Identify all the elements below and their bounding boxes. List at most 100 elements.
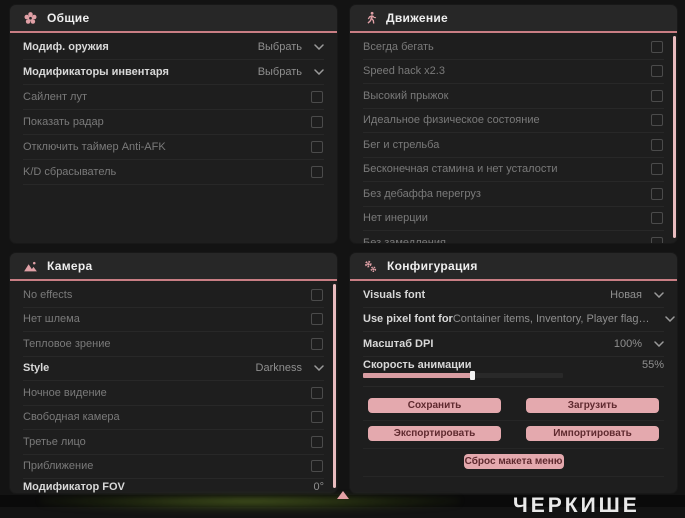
chevron-down-icon xyxy=(665,316,675,323)
settings-list: Всегда бегать Speed hack x2.3 Высокий прыж… xyxy=(350,33,677,243)
checkbox[interactable] xyxy=(311,116,323,128)
checkbox[interactable] xyxy=(651,65,663,78)
checkbox[interactable] xyxy=(651,212,663,225)
slider-value: 55% xyxy=(641,358,664,371)
checkbox[interactable] xyxy=(311,91,323,103)
panel-config: Конфигурация Visuals font Новая Use pixel … xyxy=(350,253,677,493)
checkbox[interactable] xyxy=(311,337,323,350)
settings-list: Модиф. оружия Выбрать Модификаторы инвента… xyxy=(10,33,337,185)
dropdown-value: Новая xyxy=(610,288,642,301)
row-label: Speed hack x2.3 xyxy=(363,65,445,78)
config-button[interactable]: Импортировать xyxy=(526,425,659,441)
panel-camera: Камера No effects Нет шлема Тепловое зрени… xyxy=(10,253,337,493)
settings-row: Приближение xyxy=(23,455,324,479)
settings-row: K/D сбрасыватель xyxy=(23,160,324,185)
dropdown-value: 100% xyxy=(613,337,642,350)
config-button[interactable]: Загрузить xyxy=(526,397,659,413)
row-label: Высокий прыжок xyxy=(363,89,449,102)
mountains-photo-icon xyxy=(23,259,38,274)
row-label: Без дебаффа перегруз xyxy=(363,187,481,200)
button-row: Экспортировать Импортировать xyxy=(363,421,664,449)
row-label: Показать радар xyxy=(23,116,104,128)
dropdown-value: Выбрать xyxy=(257,41,302,53)
settings-row: Speed hack x2.3 xyxy=(363,60,664,84)
settings-list: No effects Нет шлема Тепловое зрение Style D… xyxy=(10,281,337,493)
reset-menu-layout-button[interactable]: Сброс макета меню xyxy=(463,453,564,469)
settings-row: Всегда бегать xyxy=(363,35,664,60)
checkbox[interactable] xyxy=(311,166,323,178)
row-label: Модиф. оружия xyxy=(23,41,109,53)
reset-button-row: Сброс макета меню xyxy=(363,449,664,477)
row-label: Приближение xyxy=(23,460,94,473)
row-label: Модификатор FOV xyxy=(23,481,125,493)
settings-row: Высокий прыжок xyxy=(363,84,664,109)
row-label: Свободная камера xyxy=(23,411,120,424)
settings-row: Модификаторы инвентаря Выбрать xyxy=(23,60,324,85)
checkbox[interactable] xyxy=(651,163,663,176)
row-label: Ночное видение xyxy=(23,386,107,399)
scrollbar[interactable] xyxy=(333,284,336,488)
checkbox[interactable] xyxy=(651,40,663,53)
scrollbar[interactable] xyxy=(673,36,676,238)
checkbox[interactable] xyxy=(311,141,323,153)
checkbox[interactable] xyxy=(311,386,323,399)
chevron-down-icon xyxy=(314,365,324,372)
settings-row: Use pixel font for Container items, Inven… xyxy=(363,308,675,332)
checkbox[interactable] xyxy=(311,460,323,473)
settings-row: Бег и стрельба xyxy=(363,133,664,158)
checkbox[interactable] xyxy=(311,411,323,424)
panel-title: Общие xyxy=(47,11,90,25)
dropdown[interactable]: Container items, Inventory, Player flags… xyxy=(453,313,675,325)
slider[interactable] xyxy=(363,370,563,380)
checkbox[interactable] xyxy=(651,89,663,102)
settings-row: Третье лицо xyxy=(23,430,324,455)
row-label: Всегда бегать xyxy=(363,40,434,53)
panel-camera-header: Камера xyxy=(10,253,337,281)
config-button-grid: Сохранить Загрузить Экспортировать Импортир… xyxy=(363,393,664,449)
background-watermark: ЧЕРКИШЕ xyxy=(513,494,640,517)
settings-row: Скорость анимации 55% xyxy=(363,357,664,387)
dropdown[interactable]: Darkness xyxy=(256,362,324,374)
dropdown-value: Container items, Inventory, Player flags… xyxy=(452,313,653,326)
row-label: Нет шлема xyxy=(23,313,80,326)
checkbox[interactable] xyxy=(651,187,663,200)
background-green-glow xyxy=(40,496,460,512)
checkbox[interactable] xyxy=(311,435,323,448)
button-row: Сохранить Загрузить xyxy=(363,393,664,421)
gears-icon xyxy=(363,259,378,274)
settings-row: Без дебаффа перегруз xyxy=(363,182,664,207)
settings-row: Свободная камера xyxy=(23,406,324,430)
row-label: Use pixel font for xyxy=(363,313,453,326)
checkbox[interactable] xyxy=(311,313,323,326)
panel-title: Движение xyxy=(386,11,449,25)
settings-row: Модиф. оружия Выбрать xyxy=(23,35,324,60)
config-button[interactable]: Сохранить xyxy=(368,397,501,413)
checkbox[interactable] xyxy=(311,288,323,301)
dropdown[interactable]: 100% xyxy=(614,338,664,350)
slider-thumb[interactable] xyxy=(470,370,475,380)
dropdown[interactable]: Новая xyxy=(610,289,664,301)
settings-list: Visuals font Новая Use pixel font for Conta… xyxy=(350,281,677,387)
pointer-triangle-icon xyxy=(337,491,349,499)
dropdown[interactable]: Выбрать xyxy=(258,66,324,78)
checkbox[interactable] xyxy=(651,114,663,127)
dropdown-value: Выбрать xyxy=(257,66,302,78)
panel-general: Общие Модиф. оружия Выбрать Модификаторы и… xyxy=(10,5,337,243)
config-button[interactable]: Экспортировать xyxy=(368,425,501,441)
settings-row: Показать радар xyxy=(23,110,324,135)
checkbox[interactable] xyxy=(651,138,663,151)
row-label: Тепловое зрение xyxy=(23,337,111,350)
row-label: No effects xyxy=(23,288,73,301)
settings-row: Бесконечная стамина и нет усталости xyxy=(363,158,664,182)
row-label: Нет инерции xyxy=(363,212,428,225)
panel-general-header: Общие xyxy=(10,5,337,33)
checkbox[interactable] xyxy=(651,236,663,243)
dropdown[interactable]: Выбрать xyxy=(258,41,324,53)
panel-config-header: Конфигурация xyxy=(350,253,677,281)
row-label: Без замедления xyxy=(363,236,446,243)
settings-row: No effects xyxy=(23,283,324,308)
settings-row: Visuals font Новая xyxy=(363,283,664,308)
row-label: Visuals font xyxy=(363,288,426,301)
panel-movement: Движение Всегда бегать Speed hack x2.3 Выс… xyxy=(350,5,677,243)
settings-row: Идеальное физическое состояние xyxy=(363,109,664,133)
